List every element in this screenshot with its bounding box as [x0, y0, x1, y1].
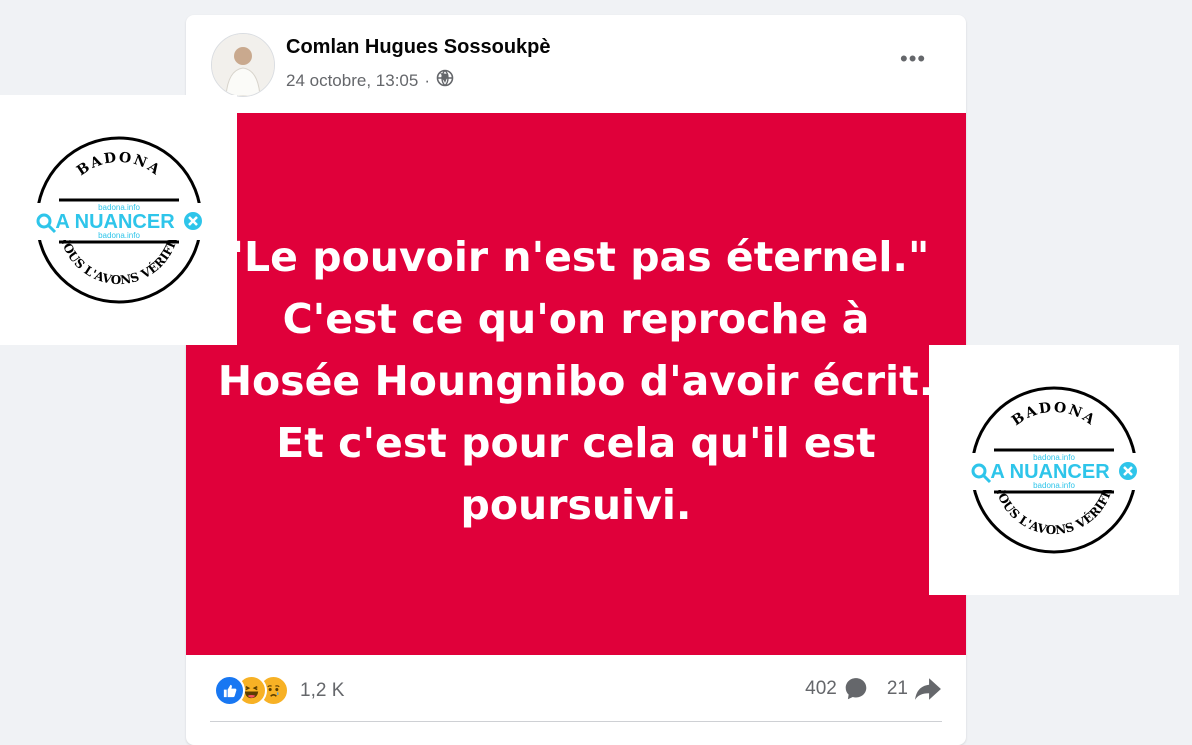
- share-count-label: 21: [886, 678, 908, 699]
- post-card: Comlan Hugues Sossoukpè 24 octobre, 13:0…: [186, 15, 966, 745]
- post-meta: 24 octobre, 13:05 ·: [286, 69, 454, 92]
- fact-check-stamp-left: BADONA NOUS L'AVONS VÉRIFIÉ badona.info …: [0, 95, 237, 345]
- fact-check-stamp-right: BADONA NOUS L'AVONS VÉRIFIÉ badona.info …: [929, 345, 1179, 595]
- stamp-site-bottom: badona.info: [98, 231, 140, 240]
- reaction-count: 1,2 K: [300, 679, 345, 701]
- stamp-motto: NOUS L'AVONS VÉRIFIÉ: [992, 482, 1116, 537]
- footer-divider: [210, 721, 942, 722]
- meta-separator: ·: [424, 70, 430, 90]
- post-image[interactable]: "Le pouvoir n'est pas éternel." C'est ce…: [186, 113, 966, 655]
- post-text: "Le pouvoir n'est pas éternel." C'est ce…: [217, 233, 935, 529]
- stamp-label: A NUANCER: [990, 461, 1110, 483]
- stamp-brand: BADONA: [1009, 400, 1099, 430]
- comment-icon: [845, 678, 867, 700]
- post-date[interactable]: 24 octobre, 13:05: [286, 71, 418, 91]
- shares-count[interactable]: 21: [887, 676, 942, 702]
- comment-count-label: 402: [805, 678, 837, 699]
- stamp-label: A NUANCER: [55, 211, 175, 233]
- comments-count[interactable]: 402: [805, 676, 869, 702]
- stamp-motto: NOUS L'AVONS VÉRIFIÉ: [56, 232, 180, 287]
- more-options-button[interactable]: •••: [900, 48, 926, 70]
- reactions-summary[interactable]: 1,2 K: [214, 675, 344, 706]
- stamp-brand: BADONA: [74, 150, 164, 180]
- engagement-stats: 402 21: [787, 676, 942, 702]
- globe-icon: [436, 69, 454, 92]
- author-name[interactable]: Comlan Hugues Sossoukpè: [286, 36, 551, 59]
- like-icon: [214, 675, 245, 706]
- close-icon: [1119, 462, 1137, 480]
- share-icon: [915, 678, 941, 700]
- close-icon: [183, 212, 202, 230]
- stamp-site-bottom: badona.info: [1033, 481, 1075, 490]
- avatar[interactable]: [211, 33, 275, 97]
